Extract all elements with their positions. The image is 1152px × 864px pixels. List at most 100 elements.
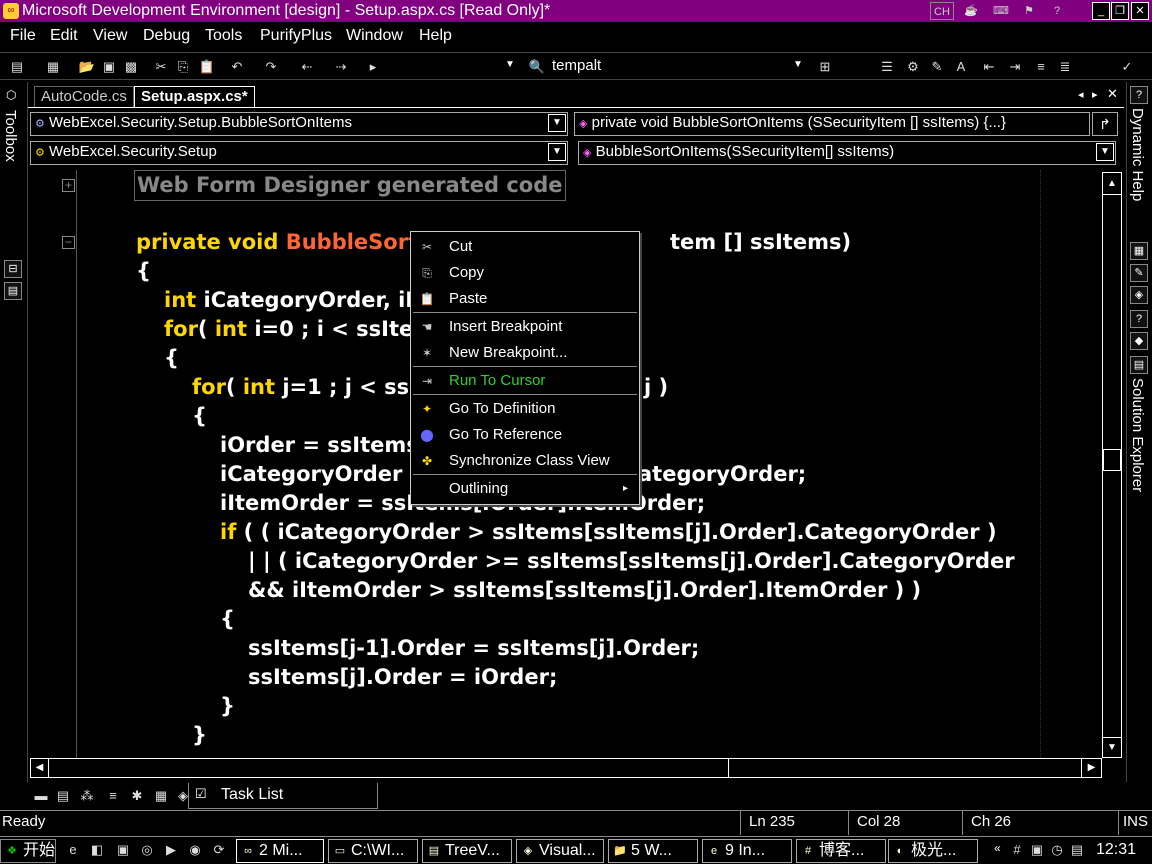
font-size-icon[interactable]: A [952, 58, 970, 76]
menu-item-new-breakpoint[interactable]: ✶ New Breakpoint... [411, 340, 639, 366]
find-results-icon[interactable]: ≡ [104, 787, 122, 805]
menu-purifyplus[interactable]: PurifyPlus [260, 27, 332, 45]
vertical-scrollbar[interactable]: ▲ ▼ [1102, 172, 1122, 758]
quicklaunch-icon-4[interactable]: ◎ [138, 841, 156, 859]
scroll-up-icon[interactable]: ▲ [1103, 173, 1121, 195]
find-icon[interactable]: 🔍 [528, 58, 546, 76]
tray-icon-2[interactable]: ▣ [1028, 841, 1046, 859]
ie-quicklaunch-icon[interactable]: e [64, 841, 82, 859]
panel-icon-5[interactable]: ◆ [1130, 332, 1148, 350]
start-icon[interactable]: ▸ [364, 58, 382, 76]
app-icon[interactable]: ∞ [3, 3, 19, 19]
solution-explorer-tab[interactable]: Solution Explorer [1129, 378, 1146, 492]
collapse-method-icon[interactable]: − [62, 236, 75, 249]
indent-icon[interactable]: ⇤ [980, 58, 998, 76]
taskbar-item-1[interactable]: ∞ 2 Mi... [236, 839, 324, 863]
member-combo[interactable]: ◈ private void BubbleSortOnItems (SSecur… [574, 112, 1090, 136]
start-button[interactable]: ❖ 开始 [0, 839, 56, 863]
taskbar-item-2[interactable]: ▭ C:\WI... [328, 839, 418, 863]
command-icon[interactable]: ▤ [54, 787, 72, 805]
uncomment-icon[interactable]: ≣ [1056, 58, 1074, 76]
scroll-down-icon[interactable]: ▼ [1103, 737, 1121, 757]
language-indicator[interactable]: CH [930, 2, 954, 20]
minimize-button[interactable]: _ [1092, 2, 1110, 20]
menu-item-go-to-reference[interactable]: ⬤ Go To Reference [411, 422, 639, 448]
menu-item-run-to-cursor[interactable]: ⇥ Run To Cursor [411, 368, 639, 394]
quicklaunch-icon-2[interactable]: ◧ [88, 841, 106, 859]
taskbar-item-3[interactable]: ▤ TreeV... [422, 839, 512, 863]
menu-edit[interactable]: Edit [50, 27, 78, 45]
toolbox-icon[interactable]: ✎ [928, 58, 946, 76]
cut-icon[interactable]: ✂ [152, 58, 170, 76]
tab-autocode[interactable]: AutoCode.cs [34, 86, 134, 108]
vertical-scroll-thumb[interactable] [1103, 449, 1121, 471]
panel-icon-2[interactable]: ✎ [1130, 264, 1148, 282]
tray-icon-3[interactable]: ◷ [1048, 841, 1066, 859]
panel-icon-6[interactable]: ▤ [1130, 356, 1148, 374]
taskbar-item-5[interactable]: 📁 5 W... [608, 839, 698, 863]
tray-expand-icon[interactable]: « [994, 841, 1001, 855]
redo-icon[interactable]: ↷ [262, 58, 280, 76]
breakpoints-icon[interactable]: ⁂ [78, 787, 96, 805]
taskbar-item-6[interactable]: e 9 In... [702, 839, 792, 863]
solution-explorer-icon[interactable]: ☰ [878, 58, 896, 76]
navigate-forward-icon[interactable]: ⇢ [332, 58, 350, 76]
panel-icon-1[interactable]: ▦ [1130, 242, 1148, 260]
outdent-icon[interactable]: ⇥ [1006, 58, 1024, 76]
scroll-left-icon[interactable]: ◀ [31, 759, 49, 777]
toolbox-tab[interactable]: Toolbox [2, 110, 19, 162]
save-all-icon[interactable]: ▩ [122, 58, 140, 76]
properties-icon[interactable]: ⚙ [904, 58, 922, 76]
close-document-icon[interactable]: ✕ [1107, 86, 1118, 102]
pin-icon[interactable]: ⬡ [6, 88, 16, 102]
menu-help[interactable]: Help [419, 27, 452, 45]
panel-icon-4[interactable]: ? [1130, 310, 1148, 328]
flag-icon[interactable]: ⚑ [1018, 2, 1040, 20]
taskbar-item-7[interactable]: # 博客... [796, 839, 886, 863]
menu-item-go-to-definition[interactable]: ✦ Go To Definition [411, 396, 639, 422]
options-icon[interactable]: ✓ [1118, 58, 1136, 76]
menu-debug[interactable]: Debug [143, 27, 190, 45]
menu-tools[interactable]: Tools [205, 27, 242, 45]
maximize-button[interactable]: ❐ [1111, 2, 1129, 20]
ime-mode-icon[interactable]: ⌨ [990, 2, 1012, 20]
close-button[interactable]: ✕ [1131, 2, 1149, 20]
class-combo[interactable]: ⚙ WebExcel.Security.Setup.BubbleSortOnIt… [30, 112, 568, 136]
scroll-right-icon[interactable]: ▶ [1081, 759, 1101, 777]
find-combo[interactable]: tempalt ▼ [548, 56, 808, 78]
quicklaunch-icon-5[interactable]: ▶ [162, 841, 180, 859]
solution-config-combo[interactable]: ▼ [388, 56, 520, 78]
task-list-tab[interactable]: ☑ Task List [188, 783, 378, 809]
dynamic-help-tab[interactable]: Dynamic Help [1129, 108, 1146, 201]
menu-item-insert-breakpoint[interactable]: ☚ Insert Breakpoint [411, 314, 639, 340]
save-icon[interactable]: ▣ [100, 58, 118, 76]
navigate-back-icon[interactable]: ⇠ [298, 58, 316, 76]
menu-item-paste[interactable]: 📋 Paste [411, 286, 639, 312]
quicklaunch-icon-3[interactable]: ▣ [114, 841, 132, 859]
add-item-icon[interactable]: ▦ [44, 58, 62, 76]
call-stack-icon[interactable]: ✱ [128, 787, 146, 805]
undo-icon[interactable]: ↶ [228, 58, 246, 76]
horizontal-scroll-thumb[interactable] [49, 759, 729, 777]
tray-icon-4[interactable]: ▤ [1068, 841, 1086, 859]
region-block[interactable]: Web Form Designer generated code [134, 170, 566, 201]
menu-item-outlining[interactable]: Outlining ▸ [411, 476, 639, 502]
paste-icon[interactable]: 📋 [198, 58, 216, 76]
comment-icon[interactable]: ≡ [1032, 58, 1050, 76]
find-in-files-icon[interactable]: ⊞ [816, 58, 834, 76]
tab-scroll-left-icon[interactable]: ◂ [1078, 88, 1084, 101]
ime-icon[interactable]: ☕ [960, 2, 982, 20]
menu-file[interactable]: File [10, 27, 36, 45]
open-file-icon[interactable]: 📂 [78, 58, 96, 76]
horizontal-scrollbar[interactable]: ◀ ▶ [30, 758, 1102, 778]
watch-icon[interactable]: ▦ [152, 787, 170, 805]
quicklaunch-icon-7[interactable]: ⟳ [210, 841, 228, 859]
quicklaunch-icon-6[interactable]: ◉ [186, 841, 204, 859]
server-explorer-icon[interactable]: ⊟ [4, 260, 22, 278]
taskbar-item-8[interactable]: ◐ 极光... [888, 839, 978, 863]
class-view-icon[interactable]: ▤ [4, 282, 22, 300]
tab-setup[interactable]: Setup.aspx.cs* [134, 86, 255, 108]
namespace-combo[interactable]: ⚙ WebExcel.Security.Setup ▼ [30, 141, 568, 165]
tab-scroll-right-icon[interactable]: ▸ [1092, 88, 1098, 101]
copy-icon[interactable]: ⎘ [174, 58, 192, 76]
